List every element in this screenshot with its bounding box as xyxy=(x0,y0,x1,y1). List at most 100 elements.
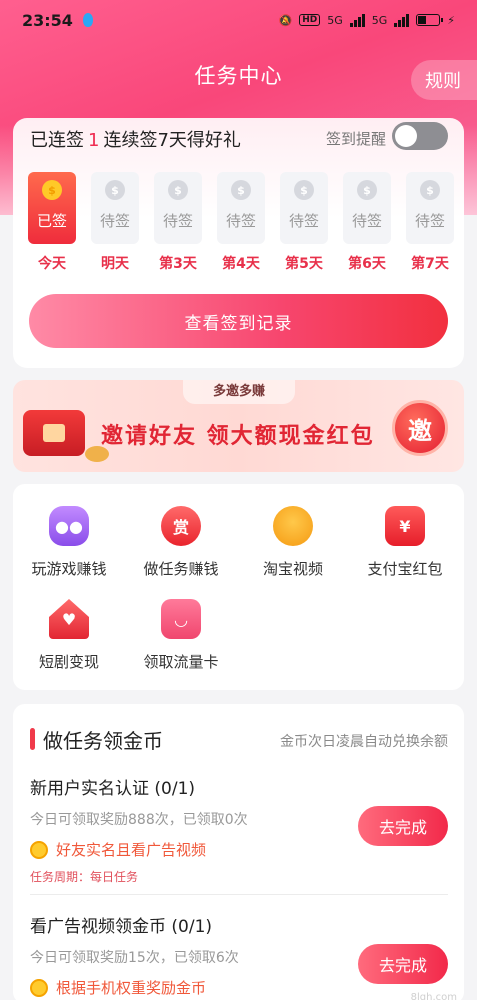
coin-icon: $ xyxy=(168,180,188,200)
coin-icon xyxy=(30,978,48,997)
task-cycle: 任务周期：每日任务 xyxy=(30,870,139,884)
day-box: $ 已签 xyxy=(28,172,76,244)
day-box: $ 待签 xyxy=(91,172,139,244)
watermark: 8lgh.com xyxy=(410,992,457,1000)
task-section-note: 金币次日凌晨自动兑换余额 xyxy=(280,734,448,750)
invite-banner[interactable]: 多邀多赚 邀请好友 领大额现金红包 邀 xyxy=(13,380,464,472)
coin-icon: $ xyxy=(42,180,62,200)
task-title: 看广告视频领金币 (0/1) xyxy=(30,917,213,937)
red-envelope-icon xyxy=(23,410,85,456)
signin-card: 已连签 1 连续签7天得好礼 签到提醒 $ 已签 今天 $ 待签 明天 $ 待签 第… xyxy=(13,118,464,368)
house-heart-icon: ♥ xyxy=(49,599,89,639)
shortcut-grid-card: ●● 玩游戏赚钱 赏 做任务赚钱 淘宝视频 ¥ 支付宝红包 ♥ 短剧变现 ◡ 领… xyxy=(13,484,464,690)
invite-badge[interactable]: 邀 xyxy=(392,400,448,456)
coin-icon: $ xyxy=(357,180,377,200)
view-signin-record-button[interactable]: 查看签到记录 xyxy=(29,294,448,348)
day-label: 第6天 xyxy=(348,256,386,272)
shortcut-label: 做任务赚钱 xyxy=(143,560,219,578)
task-item: 新用户实名认证 (0/1) 今日可领取奖励888次，已领取0次 好友实名且看广告… xyxy=(30,774,448,885)
network-label-2: 5G xyxy=(371,13,388,27)
remind-toggle[interactable] xyxy=(392,122,448,150)
sim-card-icon: ◡ xyxy=(161,599,201,639)
coin-icon xyxy=(30,840,48,859)
battery-icon xyxy=(416,14,444,26)
streak-count: 1 xyxy=(88,130,100,151)
day-item[interactable]: $ 待签 明天 xyxy=(91,172,139,273)
task-title: 新用户实名认证 (0/1) xyxy=(30,779,196,799)
day-box: $ 待签 xyxy=(154,172,202,244)
day-label: 今天 xyxy=(38,256,66,272)
day-label: 明天 xyxy=(101,256,129,272)
signin-days: $ 已签 今天 $ 待签 明天 $ 待签 第3天 $ 待签 第4天 $ 待签 第… xyxy=(28,172,454,273)
complete-task-button[interactable]: 去完成 xyxy=(358,806,448,846)
qq-notification-icon xyxy=(82,13,93,27)
day-box: $ 待签 xyxy=(217,172,265,244)
gamepad-icon: ●● xyxy=(49,506,89,546)
shortcut-taobao-video[interactable]: 淘宝视频 xyxy=(237,506,349,579)
day-item[interactable]: $ 待签 第4天 xyxy=(217,172,265,273)
clock: 23:54 xyxy=(22,10,73,30)
day-item[interactable]: $ 待签 第3天 xyxy=(154,172,202,273)
task-hint-text: 好友实名且看广告视频 xyxy=(56,841,207,859)
streak-text: 已连签 1 连续签7天得好礼 xyxy=(30,126,241,152)
taobao-icon xyxy=(273,506,313,546)
day-status: 待签 xyxy=(99,212,130,230)
shortcut-alipay-redpacket[interactable]: ¥ 支付宝红包 xyxy=(349,506,461,579)
shortcut-do-tasks[interactable]: 赏 做任务赚钱 xyxy=(125,506,237,579)
complete-task-button[interactable]: 去完成 xyxy=(358,944,448,984)
shortcut-label: 领取流量卡 xyxy=(143,653,219,671)
invite-title: 邀请好友 领大额现金红包 xyxy=(101,424,375,449)
mute-icon: 🔕 xyxy=(278,13,293,27)
coin-icon: $ xyxy=(105,180,125,200)
shortcut-data-card[interactable]: ◡ 领取流量卡 xyxy=(125,599,237,672)
charging-icon: ⚡ xyxy=(447,13,455,27)
task-hint-text: 根据手机权重奖励金币 xyxy=(56,979,207,997)
remind-label: 签到提醒 xyxy=(325,130,386,148)
coin-icon: $ xyxy=(294,180,314,200)
day-status: 已签 xyxy=(36,212,67,230)
shortcut-label: 玩游戏赚钱 xyxy=(31,560,107,578)
hd-icon: HD xyxy=(299,14,321,26)
signal-icon xyxy=(349,13,365,27)
task-list-card: 做任务领金币 金币次日凌晨自动兑换余额 新用户实名认证 (0/1) 今日可领取奖… xyxy=(13,704,464,1000)
day-status: 待签 xyxy=(288,212,319,230)
page-header: 任务中心 xyxy=(0,60,477,90)
reward-icon: 赏 xyxy=(161,506,201,546)
day-box: $ 待签 xyxy=(280,172,328,244)
coin-icon: $ xyxy=(420,180,440,200)
day-item[interactable]: $ 待签 第7天 xyxy=(406,172,454,273)
day-status: 待签 xyxy=(351,212,382,230)
streak-suffix: 连续签7天得好礼 xyxy=(103,130,241,151)
day-label: 第7天 xyxy=(411,256,449,272)
shortcut-label: 淘宝视频 xyxy=(262,560,323,578)
day-status: 待签 xyxy=(162,212,193,230)
day-item[interactable]: $ 已签 今天 xyxy=(28,172,76,273)
task-section-title: 做任务领金币 xyxy=(43,729,163,753)
coin-icon: $ xyxy=(231,180,251,200)
day-item[interactable]: $ 待签 第6天 xyxy=(343,172,391,273)
page-title: 任务中心 xyxy=(194,64,283,88)
day-box: $ 待签 xyxy=(343,172,391,244)
shortcut-label: 短剧变现 xyxy=(38,653,99,671)
shortcut-grid: ●● 玩游戏赚钱 赏 做任务赚钱 淘宝视频 ¥ 支付宝红包 ♥ 短剧变现 ◡ 领… xyxy=(13,506,464,672)
day-box: $ 待签 xyxy=(406,172,454,244)
day-label: 第4天 xyxy=(222,256,260,272)
rules-button[interactable]: 规则 xyxy=(411,60,477,100)
shortcut-short-drama[interactable]: ♥ 短剧变现 xyxy=(13,599,125,672)
shortcut-label: 支付宝红包 xyxy=(367,560,443,578)
network-label-1: 5G xyxy=(327,13,343,27)
day-status: 待签 xyxy=(225,212,256,230)
status-bar: 23:54 🔕 HD 5G 5G ⚡ xyxy=(0,0,477,40)
alipay-redpacket-icon: ¥ xyxy=(385,506,425,546)
invite-tab: 多邀多赚 xyxy=(183,380,295,404)
day-status: 待签 xyxy=(414,212,445,230)
shortcut-play-games[interactable]: ●● 玩游戏赚钱 xyxy=(13,506,125,579)
section-accent-bar xyxy=(30,728,35,750)
signal-icon-2 xyxy=(394,13,410,27)
task-item: 看广告视频领金币 (0/1) 今日可领取奖励15次，已领取6次 根据手机权重奖励… xyxy=(30,912,448,998)
day-item[interactable]: $ 待签 第5天 xyxy=(280,172,328,273)
divider xyxy=(30,894,448,895)
day-label: 第3天 xyxy=(159,256,197,272)
streak-prefix: 已连签 xyxy=(30,130,84,151)
day-label: 第5天 xyxy=(285,256,323,272)
